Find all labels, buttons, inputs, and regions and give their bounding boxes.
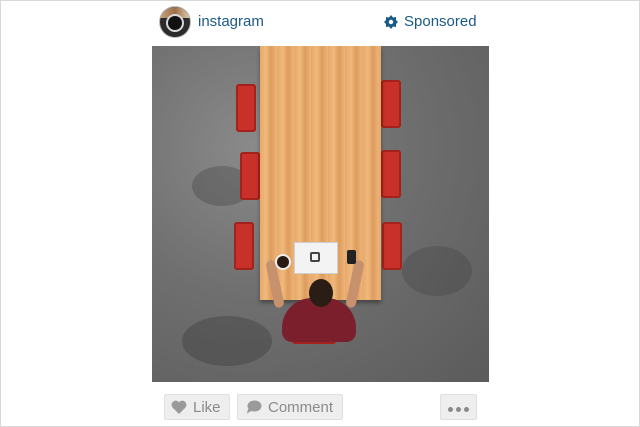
post-header: instagram Sponsored (0, 0, 640, 46)
phone (347, 250, 356, 264)
red-chair (234, 222, 254, 270)
floor-texture (182, 316, 272, 366)
like-label: Like (193, 398, 221, 416)
red-chair (381, 80, 401, 128)
like-button[interactable]: Like (164, 394, 230, 420)
floor-texture (402, 246, 472, 296)
comment-bubble-icon (247, 400, 262, 414)
person-head (309, 279, 333, 307)
sponsored-badge-icon (384, 14, 398, 29)
instagram-logo-icon (310, 252, 320, 262)
comment-label: Comment (268, 398, 334, 416)
red-chair (240, 152, 260, 200)
laptop (294, 242, 338, 274)
red-chair (236, 84, 256, 132)
red-chair (381, 150, 401, 198)
camera-lens-icon (168, 16, 182, 30)
heart-icon (171, 400, 187, 414)
coffee-cup (277, 256, 289, 268)
comment-button[interactable]: Comment (237, 394, 343, 420)
red-chair (382, 222, 402, 270)
username-link[interactable]: instagram (198, 13, 264, 30)
avatar[interactable] (160, 7, 190, 37)
sponsored-label: Sponsored (404, 13, 477, 30)
more-dots-icon (447, 399, 471, 416)
post-photo[interactable] (152, 46, 489, 382)
post-actions: Like Comment (0, 394, 640, 422)
sponsored-badge[interactable]: Sponsored (384, 13, 477, 30)
more-options-button[interactable] (440, 394, 477, 420)
